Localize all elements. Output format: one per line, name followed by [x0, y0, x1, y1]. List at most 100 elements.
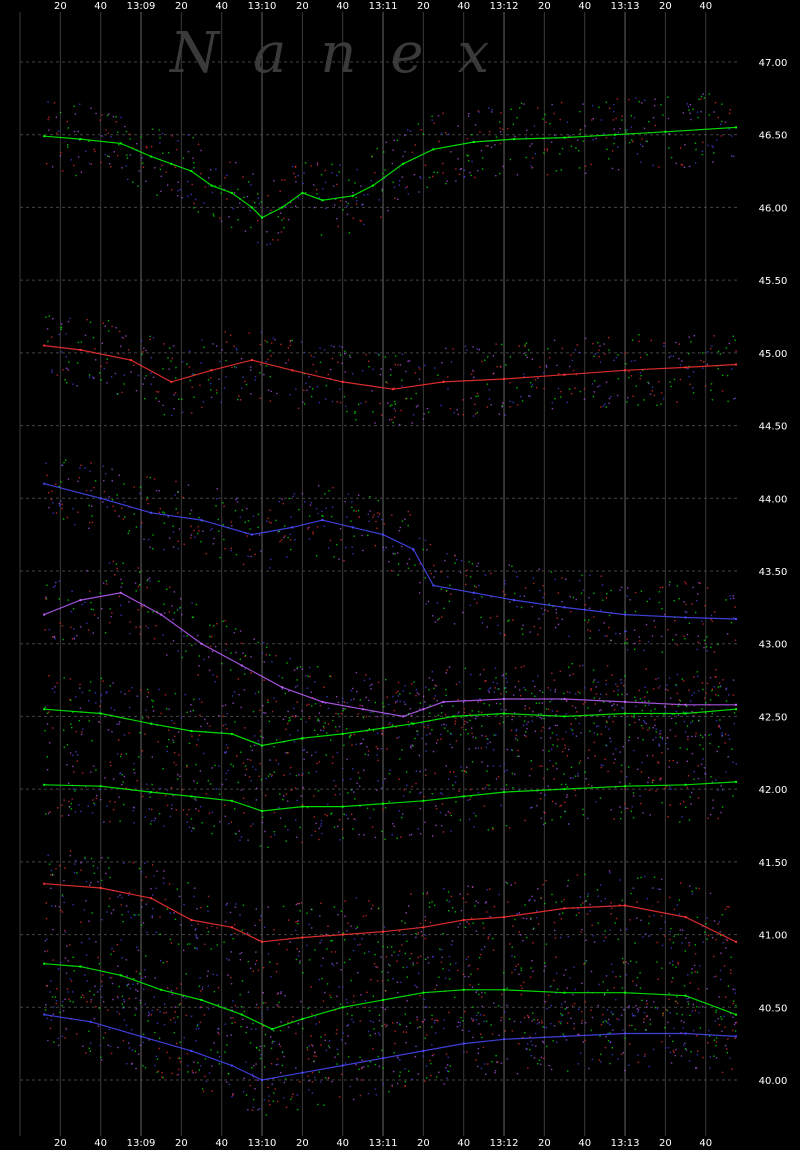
- scatter-dot: [608, 397, 611, 400]
- scatter-dot: [648, 935, 650, 937]
- scatter-dot: [153, 996, 155, 998]
- scatter-dot: [45, 902, 47, 904]
- scatter-dot: [485, 746, 487, 748]
- scatter-dot: [187, 484, 190, 486]
- scatter-dot: [347, 493, 350, 495]
- scatter-dot: [564, 747, 566, 749]
- scatter-dot: [545, 879, 547, 882]
- scatter-dot: [100, 379, 102, 381]
- scatter-dot: [686, 103, 689, 105]
- scatter-dot: [674, 1054, 676, 1057]
- scatter-dot: [702, 758, 704, 760]
- scatter-dot: [568, 823, 570, 825]
- scatter-dot: [372, 904, 374, 907]
- scatter-dot: [440, 571, 442, 573]
- scatter-dot: [93, 802, 95, 804]
- scatter-dot: [341, 701, 344, 703]
- scatter-dot: [106, 506, 109, 508]
- scatter-dot: [235, 162, 237, 164]
- scatter-dot: [156, 194, 158, 196]
- scatter-dot: [484, 787, 487, 789]
- scatter-dot: [574, 775, 577, 777]
- scatter-dot: [273, 697, 275, 699]
- scatter-dot: [386, 382, 388, 384]
- scatter-dot: [59, 622, 61, 624]
- scatter-dot: [300, 341, 303, 343]
- scatter-dot: [383, 151, 385, 153]
- scatter-dot: [540, 1056, 543, 1059]
- scatter-dot: [151, 128, 154, 130]
- scatter-dot: [465, 901, 467, 903]
- scatter-dot: [633, 714, 635, 716]
- scatter-dot: [491, 1061, 493, 1063]
- scatter-dot: [61, 323, 63, 325]
- scatter-dot: [231, 525, 233, 527]
- scatter-dot: [443, 723, 445, 726]
- scatter-dot: [685, 937, 687, 939]
- scatter-dot: [377, 499, 379, 502]
- scatter-dot: [46, 985, 49, 987]
- scatter-dot: [420, 177, 422, 179]
- scatter-dot: [66, 988, 69, 990]
- scatter-dot: [701, 708, 703, 710]
- scatter-dot: [57, 807, 59, 809]
- scatter-dot: [314, 681, 316, 683]
- scatter-dot: [673, 378, 676, 381]
- scatter-dot: [690, 1051, 692, 1053]
- scatter-dot: [601, 584, 604, 586]
- scatter-dot: [507, 127, 509, 130]
- scatter-dot: [516, 117, 518, 119]
- scatter-dot: [606, 148, 608, 151]
- scatter-dot: [318, 838, 320, 841]
- scatter-dot: [670, 1062, 673, 1064]
- scatter-dot: [307, 1075, 309, 1077]
- scatter-dot: [457, 1021, 459, 1023]
- scatter-dot: [319, 347, 321, 349]
- scatter-dot: [545, 1026, 548, 1029]
- scatter-dot: [100, 161, 102, 164]
- scatter-dot: [320, 234, 323, 236]
- scatter-dot: [174, 1006, 176, 1008]
- scatter-dot: [343, 744, 345, 746]
- scatter-dot: [514, 592, 516, 595]
- scatter-dot: [682, 680, 685, 682]
- scatter-dot: [474, 585, 476, 587]
- scatter-dot: [95, 359, 97, 361]
- scatter-dot: [710, 614, 713, 617]
- scatter-dot: [591, 785, 593, 787]
- scatter-dot: [63, 799, 65, 801]
- scatter-dot: [460, 167, 463, 170]
- scatter-dot: [357, 509, 360, 512]
- scatter-dot: [587, 629, 589, 631]
- scatter-dot: [463, 176, 465, 178]
- scatter-dot: [266, 341, 268, 343]
- scatter-dot: [398, 180, 401, 182]
- scatter-dot: [646, 1003, 648, 1005]
- scatter-dot: [609, 1041, 612, 1043]
- scatter-dot: [85, 880, 88, 883]
- scatter-dot: [140, 340, 143, 342]
- scatter-dot: [445, 132, 447, 134]
- scatter-dot: [676, 996, 678, 998]
- scatter-dot: [415, 392, 417, 395]
- scatter-dot: [630, 715, 633, 717]
- scatter-dot: [614, 758, 616, 760]
- scatter-dot: [88, 162, 91, 165]
- scatter-dot: [346, 410, 348, 413]
- scatter-dot: [414, 1055, 416, 1058]
- scatter-dot: [208, 1008, 210, 1010]
- scatter-dot: [553, 679, 556, 681]
- scatter-dot: [603, 132, 605, 135]
- scatter-dot: [619, 781, 621, 784]
- scatter-dot: [166, 804, 169, 807]
- scatter-dot: [310, 502, 313, 504]
- scatter-dot: [178, 607, 181, 610]
- scatter-dot: [687, 1001, 689, 1003]
- scatter-dot: [615, 117, 617, 120]
- scatter-dot: [679, 929, 682, 931]
- scatter-dot: [117, 393, 119, 395]
- scatter-dot: [658, 591, 661, 593]
- scatter-dot: [285, 728, 287, 730]
- scatter-dot: [700, 734, 702, 736]
- scatter-dot: [102, 322, 104, 324]
